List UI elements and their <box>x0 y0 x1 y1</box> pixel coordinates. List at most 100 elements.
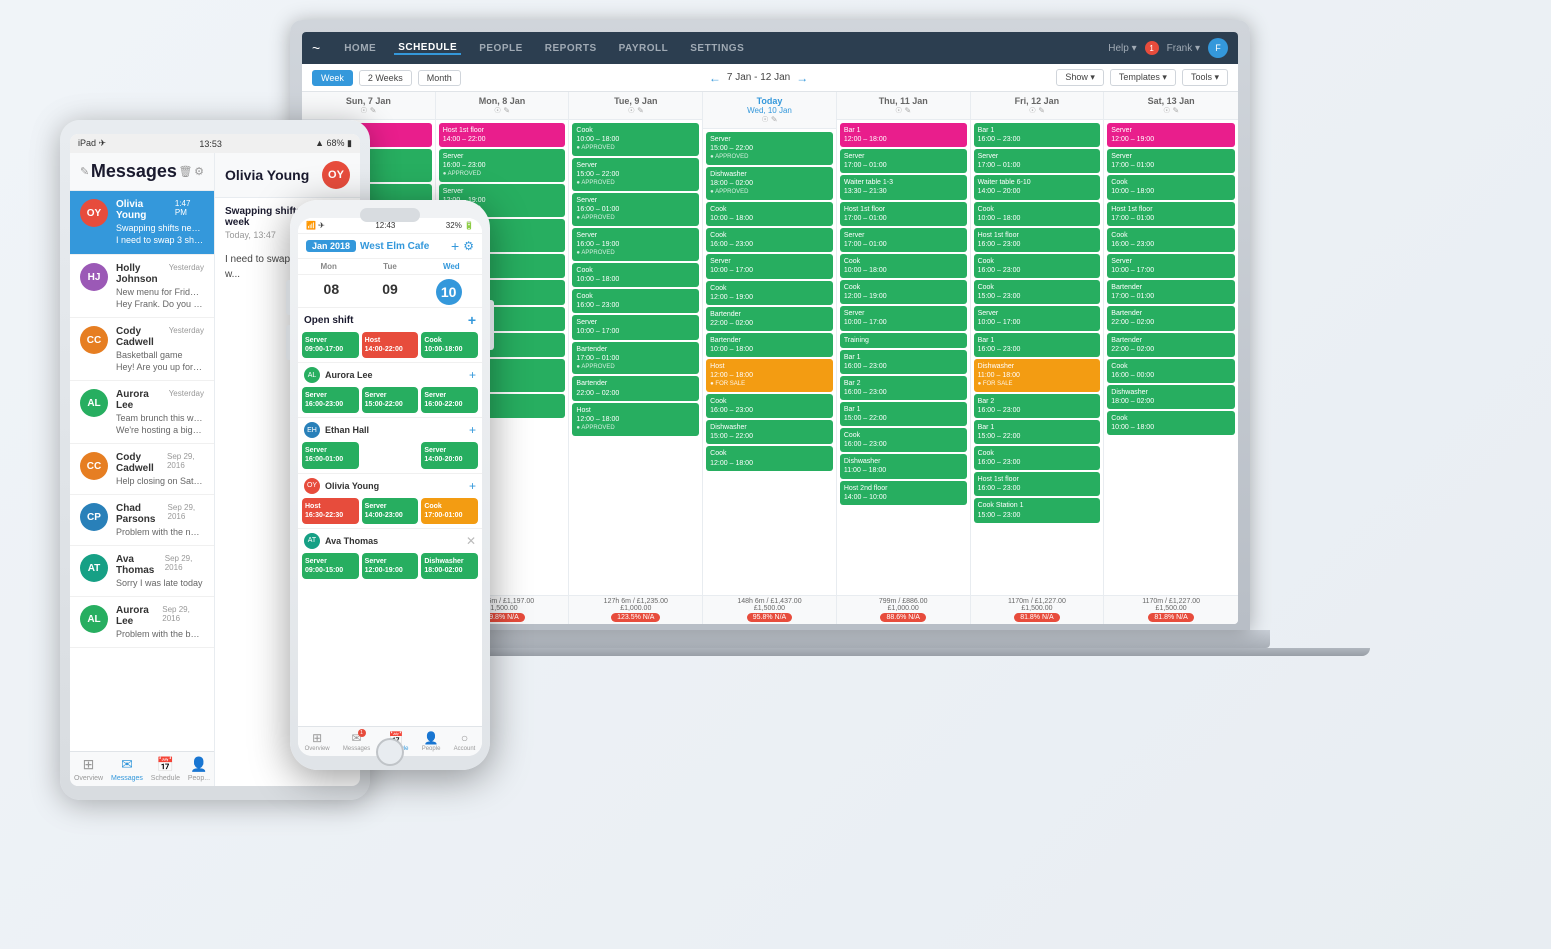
phone-shift[interactable]: Server 14:00-20:00 <box>421 442 478 468</box>
msg-item-holly[interactable]: HJ Holly Johnson Yesterday New menu for … <box>70 255 214 318</box>
shift-block[interactable]: Bar 112:00 – 18:00 <box>840 123 967 147</box>
shift-block[interactable]: Host 1st floor17:00 – 01:00 <box>840 202 967 226</box>
user-avatar[interactable]: F <box>1208 38 1228 58</box>
shift-block[interactable]: Cook15:00 – 23:00 <box>974 280 1101 304</box>
aurora-add-btn[interactable]: + <box>469 368 476 382</box>
phone-shift[interactable]: Server 16:00-22:00 <box>421 387 478 413</box>
shift-block[interactable]: Cook12:00 – 19:00 <box>706 281 833 305</box>
shift-block[interactable]: Waiter table 1-313:30 – 21:30 <box>840 175 967 199</box>
pnav-people[interactable]: 👤 People <box>422 731 441 752</box>
msg-item-aurora[interactable]: AL Aurora Lee Yesterday Team brunch this… <box>70 381 214 444</box>
tab-month[interactable]: Month <box>418 70 461 86</box>
shift-block[interactable]: Host 1st floor17:00 – 01:00 <box>1107 202 1235 226</box>
shift-block[interactable]: Cook16:00 – 00:00 <box>1107 359 1235 383</box>
phone-shift-cook[interactable]: Cook 10:00-18:00 <box>421 332 478 358</box>
shift-block[interactable]: Bartender22:00 – 02:00 <box>572 376 699 400</box>
shift-block[interactable]: Server15:00 – 22:00 <box>572 158 699 191</box>
shift-block[interactable]: Cook12:00 – 18:00 <box>706 446 833 470</box>
shift-block[interactable]: Cook Station 115:00 – 23:00 <box>974 498 1101 522</box>
shift-block[interactable]: Host 1st floor14:00 – 22:00 <box>439 123 566 147</box>
nav-schedule[interactable]: SCHEDULE <box>394 42 461 55</box>
shift-block[interactable]: Bar 216:00 – 23:00 <box>840 376 967 400</box>
shift-block[interactable]: Server10:00 – 17:00 <box>840 306 967 330</box>
shift-block[interactable]: Cook16:00 – 23:00 <box>706 394 833 418</box>
shift-block[interactable]: Bar 116:00 – 23:00 <box>840 350 967 374</box>
shift-block[interactable]: Bar 115:00 – 22:00 <box>840 402 967 426</box>
shift-block[interactable]: Server15:00 – 22:00 <box>706 132 833 165</box>
pnav-account[interactable]: ○ Account <box>454 731 476 752</box>
notification-badge[interactable]: 1 <box>1145 41 1159 55</box>
msg-item-ava[interactable]: AT Ava Thomas Sep 29, 2016 Sorry I was l… <box>70 546 214 597</box>
shift-block[interactable]: Bartender22:00 – 02:00 <box>1107 333 1235 357</box>
shift-block[interactable]: Bartender17:00 – 01:00 <box>1107 280 1235 304</box>
shift-block[interactable]: Host 1st floor16:00 – 23:00 <box>974 228 1101 252</box>
msg-item-cody[interactable]: CC Cody Cadwell Yesterday Basketball gam… <box>70 318 214 381</box>
phone-shift[interactable]: Host 16:30-22:30 <box>302 498 359 524</box>
nav-settings[interactable]: SETTINGS <box>686 43 748 54</box>
shift-block[interactable]: Server16:00 – 23:00 <box>439 149 566 182</box>
shift-block[interactable]: Bar 116:00 – 23:00 <box>974 333 1101 357</box>
shift-block[interactable]: Bar 116:00 – 23:00 <box>974 123 1101 147</box>
shift-block[interactable]: Dishwasher18:00 – 02:00 <box>1107 385 1235 409</box>
msg-item-olivia[interactable]: OY Olivia Young 1:47 PM Swapping shifts … <box>70 191 214 255</box>
tab-messages[interactable]: ✉ Messages <box>111 756 143 782</box>
nav-payroll[interactable]: PAYROLL <box>615 43 673 54</box>
shift-block[interactable]: Bartender22:00 – 02:00 <box>1107 306 1235 330</box>
shift-block[interactable]: Dishwasher11:00 – 18:00 <box>840 454 967 478</box>
shift-block[interactable]: Host 2nd floor14:00 – 10:00 <box>840 481 967 505</box>
shift-block[interactable]: Cook16:00 – 23:00 <box>974 254 1101 278</box>
shift-block[interactable]: Server17:00 – 01:00 <box>840 228 967 252</box>
phone-home-button[interactable] <box>376 738 404 766</box>
phone-shift-server[interactable]: Server 09:00-17:00 <box>302 332 359 358</box>
next-week-btn[interactable]: → <box>796 71 808 85</box>
phone-shift[interactable]: Server 16:00-23:00 <box>302 387 359 413</box>
shift-block[interactable]: Cook12:00 – 19:00 <box>840 280 967 304</box>
add-btn[interactable]: + <box>451 238 459 254</box>
shift-block[interactable]: Server16:00 – 19:00 <box>572 228 699 261</box>
tab-schedule[interactable]: 📅 Schedule <box>151 756 180 782</box>
shift-block[interactable]: Server17:00 – 01:00 <box>974 149 1101 173</box>
tools-btn[interactable]: Tools ▾ <box>1182 69 1228 86</box>
shift-block[interactable]: Server10:00 – 17:00 <box>706 254 833 278</box>
shift-block[interactable]: Dishwasher18:00 – 02:00 <box>706 167 833 200</box>
shift-block[interactable]: Server12:00 – 19:00 <box>1107 123 1235 147</box>
pnav-messages[interactable]: ✉1 Messages <box>343 731 370 752</box>
show-btn[interactable]: Show ▾ <box>1056 69 1104 86</box>
shift-block[interactable]: Bartender10:00 – 18:00 <box>706 333 833 357</box>
nav-home[interactable]: HOME <box>340 43 380 54</box>
help-link[interactable]: Help ▾ <box>1108 43 1136 54</box>
phone-shift-host[interactable]: Host 14:00-22:00 <box>362 332 419 358</box>
shift-block[interactable]: Cook16:00 – 23:00 <box>572 289 699 313</box>
ethan-add-btn[interactable]: + <box>469 423 476 437</box>
shift-block[interactable]: Cook10:00 – 18:00 <box>706 202 833 226</box>
phone-shift[interactable]: Server 15:00-22:00 <box>362 387 419 413</box>
msg-item-aurora2[interactable]: AL Aurora Lee Sep 29, 2016 Problem with … <box>70 597 214 648</box>
shift-block[interactable]: Waiter table 6-1014:00 – 20:00 <box>974 175 1101 199</box>
user-menu[interactable]: Frank ▾ <box>1167 43 1200 54</box>
shift-block[interactable]: Cook10:00 – 18:00 <box>1107 411 1235 435</box>
tab-2weeks[interactable]: 2 Weeks <box>359 70 412 86</box>
phone-shift[interactable]: Server 16:00-01:00 <box>302 442 359 468</box>
nav-people[interactable]: PEOPLE <box>475 43 527 54</box>
shift-block[interactable]: Server10:00 – 17:00 <box>1107 254 1235 278</box>
shift-block[interactable]: Cook16:00 – 23:00 <box>974 446 1101 470</box>
shift-block[interactable]: Host 1st floor16:00 – 23:00 <box>974 472 1101 496</box>
filter-btn[interactable]: ⚙ <box>463 239 474 253</box>
phone-shift[interactable]: Server 09:00-15:00 <box>302 553 359 579</box>
shift-block[interactable]: Server16:00 – 01:00 <box>572 193 699 226</box>
shift-block[interactable]: Cook16:00 – 23:00 <box>840 428 967 452</box>
shift-block[interactable]: Host12:00 – 18:00 <box>572 403 699 436</box>
shift-block[interactable]: Server17:00 – 01:00 <box>1107 149 1235 173</box>
msg-item-chad[interactable]: CP Chad Parsons Sep 29, 2016 Problem wit… <box>70 495 214 546</box>
shift-block[interactable]: Server10:00 – 17:00 <box>974 306 1101 330</box>
tab-overview[interactable]: ⊞ Overview <box>74 756 103 782</box>
phone-shift[interactable]: Server 12:00-19:00 <box>362 553 419 579</box>
olivia-add-btn[interactable]: + <box>469 479 476 493</box>
phone-shift[interactable]: Server 14:00-23:00 <box>362 498 419 524</box>
shift-block[interactable]: Training <box>840 333 967 348</box>
phone-shift[interactable]: Cook 17:00-01:00 <box>421 498 478 524</box>
shift-block[interactable]: Cook10:00 – 18:00 <box>572 123 699 156</box>
nav-reports[interactable]: REPORTS <box>541 43 601 54</box>
shift-block[interactable]: Server17:00 – 01:00 <box>840 149 967 173</box>
shift-block[interactable]: Bartender22:00 – 02:00 <box>706 307 833 331</box>
